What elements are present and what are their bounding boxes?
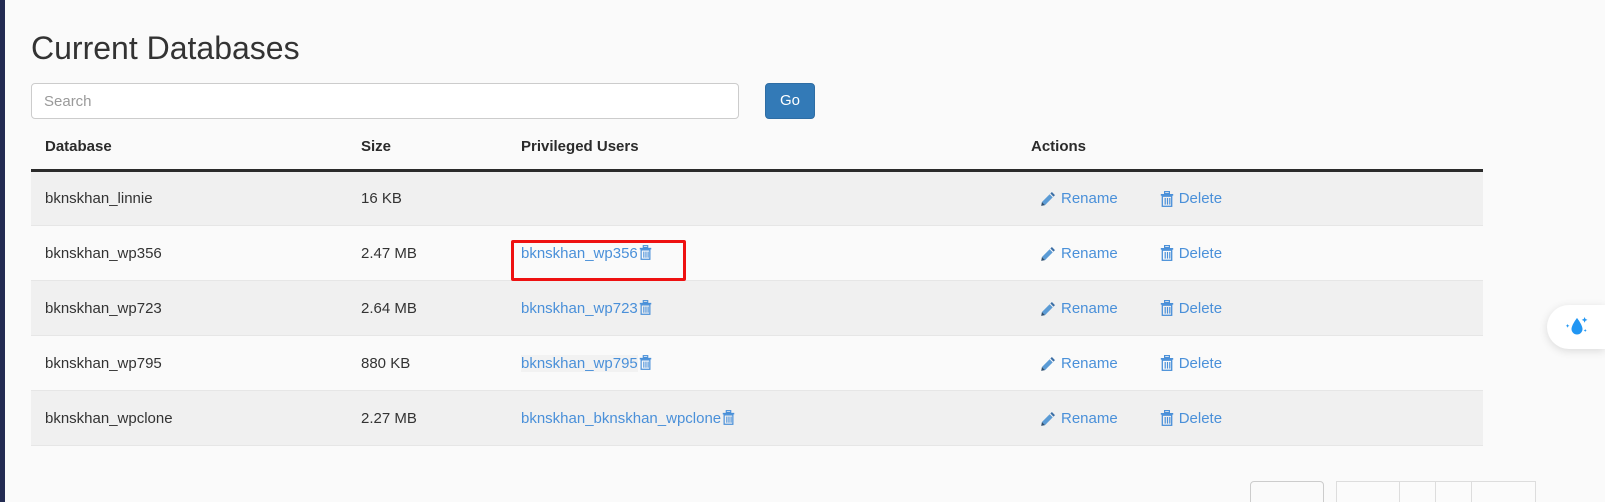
privileged-user-link[interactable]: bknskhan_wp356 xyxy=(521,245,638,262)
table-row: bknskhan_wpclone 2.27 MB bknskhan_bknskhan… xyxy=(31,390,1483,446)
pagination-next-button[interactable] xyxy=(1472,481,1536,502)
cell-privileged-users: bknskhan_wp356 xyxy=(521,225,1031,281)
pagination-first-button[interactable] xyxy=(1336,481,1400,502)
search-input[interactable] xyxy=(31,83,739,119)
pencil-icon xyxy=(1041,356,1055,371)
column-header-actions: Actions xyxy=(1031,138,1483,172)
page-title: Current Databases xyxy=(31,30,300,66)
rename-button[interactable]: Rename xyxy=(1041,410,1118,427)
delete-button[interactable]: Delete xyxy=(1160,245,1222,262)
table-row: bknskhan_wp795 880 KB bknskhan_wp795 Rename… xyxy=(31,335,1483,391)
cell-database-size: 2.47 MB xyxy=(361,225,521,281)
rename-label: Rename xyxy=(1061,409,1118,427)
actions-wrapper: Rename Delete xyxy=(1031,410,1483,427)
cell-database-size: 2.64 MB xyxy=(361,280,521,336)
privileged-user-link[interactable]: bknskhan_wp723 xyxy=(521,300,638,317)
table-row: bknskhan_wp356 2.47 MB bknskhan_wp356 Renam… xyxy=(31,225,1483,281)
rename-label: Rename xyxy=(1061,299,1118,317)
trash-icon xyxy=(1160,355,1173,371)
delete-label: Delete xyxy=(1178,409,1223,427)
cell-actions: Rename Delete xyxy=(1031,390,1483,446)
page-root: Current Databases Go Database Size Privi… xyxy=(0,0,1605,502)
cell-actions: Rename Delete xyxy=(1031,225,1483,281)
pencil-icon xyxy=(1041,411,1055,426)
table-head: Database Size Privileged Users Actions xyxy=(31,138,1483,172)
cell-database-name: bknskhan_wp723 xyxy=(31,280,361,336)
rename-label: Rename xyxy=(1061,354,1118,372)
rename-button[interactable]: Rename xyxy=(1041,245,1118,262)
trash-icon xyxy=(639,354,652,370)
privileged-user-link[interactable]: bknskhan_bknskhan_wpclone xyxy=(521,410,721,427)
delete-button[interactable]: Delete xyxy=(1160,300,1222,317)
rename-label: Rename xyxy=(1061,190,1118,207)
trash-icon xyxy=(1160,190,1173,207)
revoke-privilege-trash-icon[interactable] xyxy=(639,299,652,315)
trash-icon xyxy=(1160,300,1173,316)
trash-icon xyxy=(1160,410,1173,426)
table-row: bknskhan_linnie 16 KB Rename Delete xyxy=(31,170,1483,226)
cell-database-size: 2.27 MB xyxy=(361,390,521,446)
go-button[interactable]: Go xyxy=(765,83,815,119)
column-header-privileged-users: Privileged Users xyxy=(521,138,1031,172)
cell-privileged-users: bknskhan_wp795 xyxy=(521,335,1031,391)
column-header-size: Size xyxy=(361,138,521,172)
cell-actions: Rename Delete xyxy=(1031,335,1483,391)
rename-button[interactable]: Rename xyxy=(1041,355,1118,372)
cell-database-size: 880 KB xyxy=(361,335,521,391)
actions-wrapper: Rename Delete xyxy=(1031,245,1483,262)
cell-privileged-users: bknskhan_wp723 xyxy=(521,280,1031,336)
cell-privileged-users xyxy=(521,170,1031,226)
pagination-controls xyxy=(1250,481,1536,502)
rename-button[interactable]: Rename xyxy=(1041,190,1118,207)
cell-database-name: bknskhan_linnie xyxy=(31,170,361,226)
pagination-page-button[interactable] xyxy=(1436,481,1472,502)
table-row: bknskhan_wp723 2.64 MB bknskhan_wp723 Renam… xyxy=(31,280,1483,336)
pencil-icon xyxy=(1041,192,1055,206)
water-droplet-sparkle-icon xyxy=(1565,317,1588,335)
actions-wrapper: Rename Delete xyxy=(1031,300,1483,317)
table-header-row: Database Size Privileged Users Actions xyxy=(31,138,1483,172)
delete-button[interactable]: Delete xyxy=(1160,190,1222,207)
delete-button[interactable]: Delete xyxy=(1160,355,1222,372)
water-droplet-sparkle-widget[interactable] xyxy=(1547,305,1605,349)
rename-button[interactable]: Rename xyxy=(1041,300,1118,317)
delete-label: Delete xyxy=(1178,190,1223,207)
rows-per-page-select[interactable] xyxy=(1250,481,1324,502)
cell-database-size: 16 KB xyxy=(361,170,521,226)
delete-label: Delete xyxy=(1178,299,1223,317)
trash-icon xyxy=(639,299,652,315)
pencil-icon xyxy=(1041,301,1055,316)
cell-actions: Rename Delete xyxy=(1031,280,1483,336)
pencil-icon xyxy=(1041,246,1055,261)
main-content: Current Databases Go Database Size Privi… xyxy=(5,0,1605,502)
databases-table: Database Size Privileged Users Actions b… xyxy=(31,138,1483,446)
rename-label: Rename xyxy=(1061,244,1118,262)
pagination-prev-button[interactable] xyxy=(1400,481,1436,502)
pagination-button-group xyxy=(1336,481,1536,502)
revoke-privilege-trash-icon[interactable] xyxy=(722,409,735,425)
table-body: bknskhan_linnie 16 KB Rename Delete bknskhan… xyxy=(31,170,1483,446)
delete-button[interactable]: Delete xyxy=(1160,410,1222,427)
cell-actions: Rename Delete xyxy=(1031,170,1483,226)
privileged-user-link[interactable]: bknskhan_wp795 xyxy=(521,354,638,372)
cell-database-name: bknskhan_wpclone xyxy=(31,390,361,446)
actions-wrapper: Rename Delete xyxy=(1031,190,1483,207)
trash-icon xyxy=(1160,245,1173,261)
cell-database-name: bknskhan_wp356 xyxy=(31,225,361,281)
revoke-privilege-trash-icon[interactable] xyxy=(639,244,652,260)
trash-icon xyxy=(722,409,735,425)
delete-label: Delete xyxy=(1178,244,1223,262)
actions-wrapper: Rename Delete xyxy=(1031,355,1483,372)
revoke-privilege-trash-icon[interactable] xyxy=(639,354,652,370)
column-header-database: Database xyxy=(31,138,361,172)
cell-database-name: bknskhan_wp795 xyxy=(31,335,361,391)
delete-label: Delete xyxy=(1178,354,1223,372)
trash-icon xyxy=(639,244,652,260)
search-row: Go xyxy=(31,83,1491,119)
cell-privileged-users: bknskhan_bknskhan_wpclone xyxy=(521,390,1031,446)
